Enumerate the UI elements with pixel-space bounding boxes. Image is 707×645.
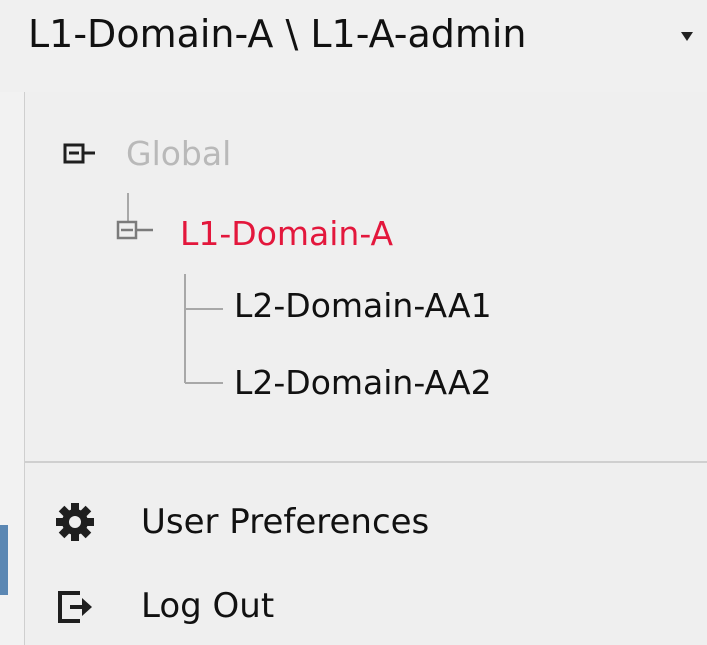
background-page-edge <box>0 525 8 595</box>
collapse-icon[interactable] <box>116 220 153 240</box>
log-out-label: Log Out <box>141 586 275 626</box>
collapse-icon[interactable] <box>63 143 95 164</box>
user-preferences-label: User Preferences <box>141 502 430 542</box>
user-preferences-menu-item[interactable]: User Preferences <box>24 486 707 558</box>
log-out-menu-item[interactable]: Log Out <box>24 570 707 642</box>
gear-icon <box>56 503 94 541</box>
tree-node-l2-domain-aa1[interactable]: L2-Domain-AA1 <box>234 286 492 326</box>
tree-node-l2-domain-aa2[interactable]: L2-Domain-AA2 <box>234 363 492 403</box>
menu-divider <box>24 461 707 463</box>
tree-node-l1-domain-a[interactable]: L1-Domain-A <box>180 214 393 254</box>
logout-icon <box>58 591 92 623</box>
tree-node-global[interactable]: Global <box>126 134 231 174</box>
